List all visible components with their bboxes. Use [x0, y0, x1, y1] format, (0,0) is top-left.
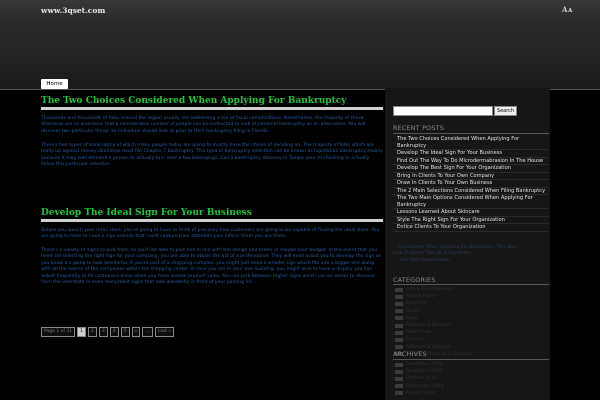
archive-link-label: October 2014 — [406, 376, 437, 382]
pagination-link[interactable]: 5 — [120, 327, 130, 337]
pagination-link[interactable]: ... — [142, 327, 153, 337]
recent-post-link[interactable]: Develop The Best Sign For Your Organizat… — [393, 165, 549, 173]
sidebar-divider — [393, 359, 549, 360]
sidebar-divider — [393, 284, 549, 285]
post-title[interactable]: Develop The Ideal Sign For Your Business — [41, 208, 381, 218]
category-link-label: Auto & Motor — [406, 294, 436, 300]
post-title-rule — [41, 107, 383, 110]
sidebar-link[interactable]: ... Your Own Organization — [393, 258, 549, 264]
category-link-label: Business — [406, 301, 426, 307]
post-paragraph: There's two types of bankruptcy of which… — [41, 143, 383, 168]
archive-link-label: December 2014 — [406, 362, 443, 367]
pagination-link[interactable]: 2 — [88, 327, 97, 337]
recent-post-link[interactable]: Develop The Ideal Sign For Your Business — [393, 150, 549, 158]
category-link[interactable]: Products & Services — [395, 322, 472, 329]
archive-link[interactable]: October 2014 — [395, 375, 444, 382]
recent-post-link[interactable]: The Two Main Options Considered When App… — [393, 195, 549, 209]
pagination-link[interactable]: 1 — [77, 327, 86, 337]
category-link-label: Services — [406, 337, 425, 343]
category-link-label: Products & Services — [406, 323, 451, 329]
categories-list: Arts & Entertainment Auto & Motor Business… — [395, 286, 472, 358]
sidebar-extra-links: ... Considered When Applying For Bankrup… — [393, 245, 549, 264]
category-link-label: Legal — [406, 315, 419, 321]
bullet-icon — [395, 294, 403, 299]
category-link[interactable]: Business — [395, 300, 472, 307]
recent-post-link[interactable]: The 2 Main Selections Considered When Fi… — [393, 188, 549, 195]
category-link[interactable]: Legal — [395, 315, 472, 322]
pagination-label: Page 1 of 31 — [41, 327, 76, 337]
archive-link[interactable]: August 2014 — [395, 390, 444, 397]
search-input[interactable] — [393, 106, 493, 116]
post-paragraph: There's a variety of signs to pick from,… — [41, 248, 381, 286]
bullet-icon — [395, 302, 403, 306]
category-link[interactable]: Real Estate — [395, 329, 472, 336]
bullet-icon — [395, 323, 403, 328]
archive-link-label: November 2014 — [406, 369, 443, 375]
recent-post-link[interactable]: Entice Clients To Your Organization — [393, 224, 549, 232]
recent-post-link[interactable]: Lessons Learned About Skincare — [393, 209, 549, 217]
category-link-label: Arts & Entertainment — [406, 287, 454, 292]
recent-posts-heading: RECENT POSTS — [393, 124, 444, 132]
archive-link-label: September 2014 — [406, 383, 444, 389]
categories-heading: CATEGORIES — [393, 276, 436, 284]
bullet-icon — [395, 287, 403, 292]
archive-link[interactable]: November 2014 — [395, 368, 444, 375]
nav-tab-home[interactable]: Home — [41, 79, 68, 89]
archive-link-label: August 2014 — [406, 390, 435, 396]
search-button[interactable]: Search — [494, 106, 517, 116]
recent-posts-list: The Two Choices Considered When Applying… — [393, 136, 549, 232]
bullet-icon — [395, 345, 403, 350]
recent-post-link[interactable]: The Two Choices Considered When Applying… — [393, 136, 549, 150]
bullet-icon — [395, 316, 403, 321]
archives-list: December 2014 November 2014 October 2014 Se… — [395, 361, 444, 397]
pagination-link[interactable]: » — [131, 327, 141, 337]
recent-post-link[interactable]: Style The Right Sign For Your Organizati… — [393, 217, 549, 224]
category-link[interactable]: Health — [395, 308, 472, 315]
archives-heading: ARCHIVES — [393, 350, 427, 358]
category-link[interactable]: Auto & Motor — [395, 293, 472, 300]
bullet-icon — [395, 362, 403, 367]
recent-post-link[interactable]: Draw In Clients To Your Own Business — [393, 180, 549, 188]
bullet-icon — [395, 391, 403, 396]
sidebar-divider — [393, 133, 549, 134]
post-title[interactable]: The Two Choices Considered When Applying… — [41, 96, 381, 106]
archive-link[interactable]: December 2014 — [395, 361, 444, 368]
bullet-icon — [395, 309, 403, 314]
bullet-icon — [395, 330, 403, 335]
pagination-link[interactable]: 4 — [109, 327, 119, 337]
bullet-icon — [395, 384, 403, 389]
category-link-label: Real Estate — [406, 330, 432, 336]
category-link[interactable]: Arts & Entertainment — [395, 286, 472, 293]
bullet-icon — [395, 369, 403, 374]
site-title[interactable]: www.3qset.com — [41, 6, 105, 15]
category-link-label: Health — [406, 308, 421, 314]
category-link[interactable]: Services — [395, 336, 472, 343]
recent-post-link[interactable]: Bring In Clients To Your Own Company — [393, 173, 549, 180]
bullet-icon — [395, 377, 403, 381]
post-title-rule — [41, 219, 383, 222]
pagination-link[interactable]: 3 — [98, 327, 108, 337]
pagination: Page 1 of 31 1 2 3 4 5»... Last » — [41, 327, 175, 337]
post-paragraph: Before you launch your retail store, you… — [41, 228, 380, 240]
bullet-icon — [395, 338, 403, 343]
pagination-link[interactable]: Last » — [154, 327, 175, 337]
font-size-icon[interactable]: Aᴀ — [562, 5, 573, 14]
recent-post-link[interactable]: Find Out The Way To Do Microdermabrasion… — [393, 158, 549, 165]
archive-link[interactable]: September 2014 — [395, 383, 444, 390]
post-paragraph: Thousands and thousands of folks around … — [41, 116, 366, 134]
